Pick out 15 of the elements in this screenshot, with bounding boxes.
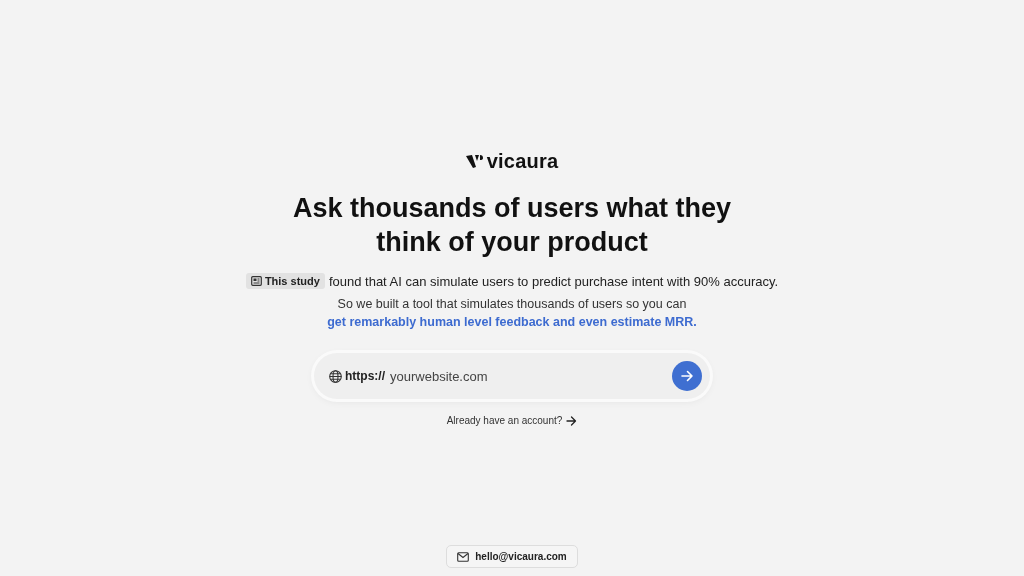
login-link[interactable]: Already have an account? <box>446 415 578 426</box>
url-prefix: https:// <box>345 369 385 383</box>
arrow-right-icon <box>566 415 578 426</box>
arrow-right-icon <box>680 370 694 382</box>
study-text: found that AI can simulate users to predict purchase intent with 90% accuracy. <box>328 273 779 289</box>
mail-icon <box>457 551 470 562</box>
newspaper-icon <box>250 276 262 286</box>
feature-link[interactable]: get remarkably human level feedback and even estimate MRR. <box>327 315 697 329</box>
pitch-text: So we built a tool that simulates thousands of users so you can get remarkably human level feedback and even estimate MRR. <box>326 296 698 331</box>
study-link[interactable]: This study <box>245 273 325 289</box>
logo-icon <box>465 155 484 168</box>
globe-icon <box>329 370 342 383</box>
logo-text: vicaura <box>486 150 559 173</box>
headline: Ask thousands of users what they think of your product <box>291 192 733 259</box>
email-button[interactable]: hello@vicaura.com <box>446 545 578 568</box>
